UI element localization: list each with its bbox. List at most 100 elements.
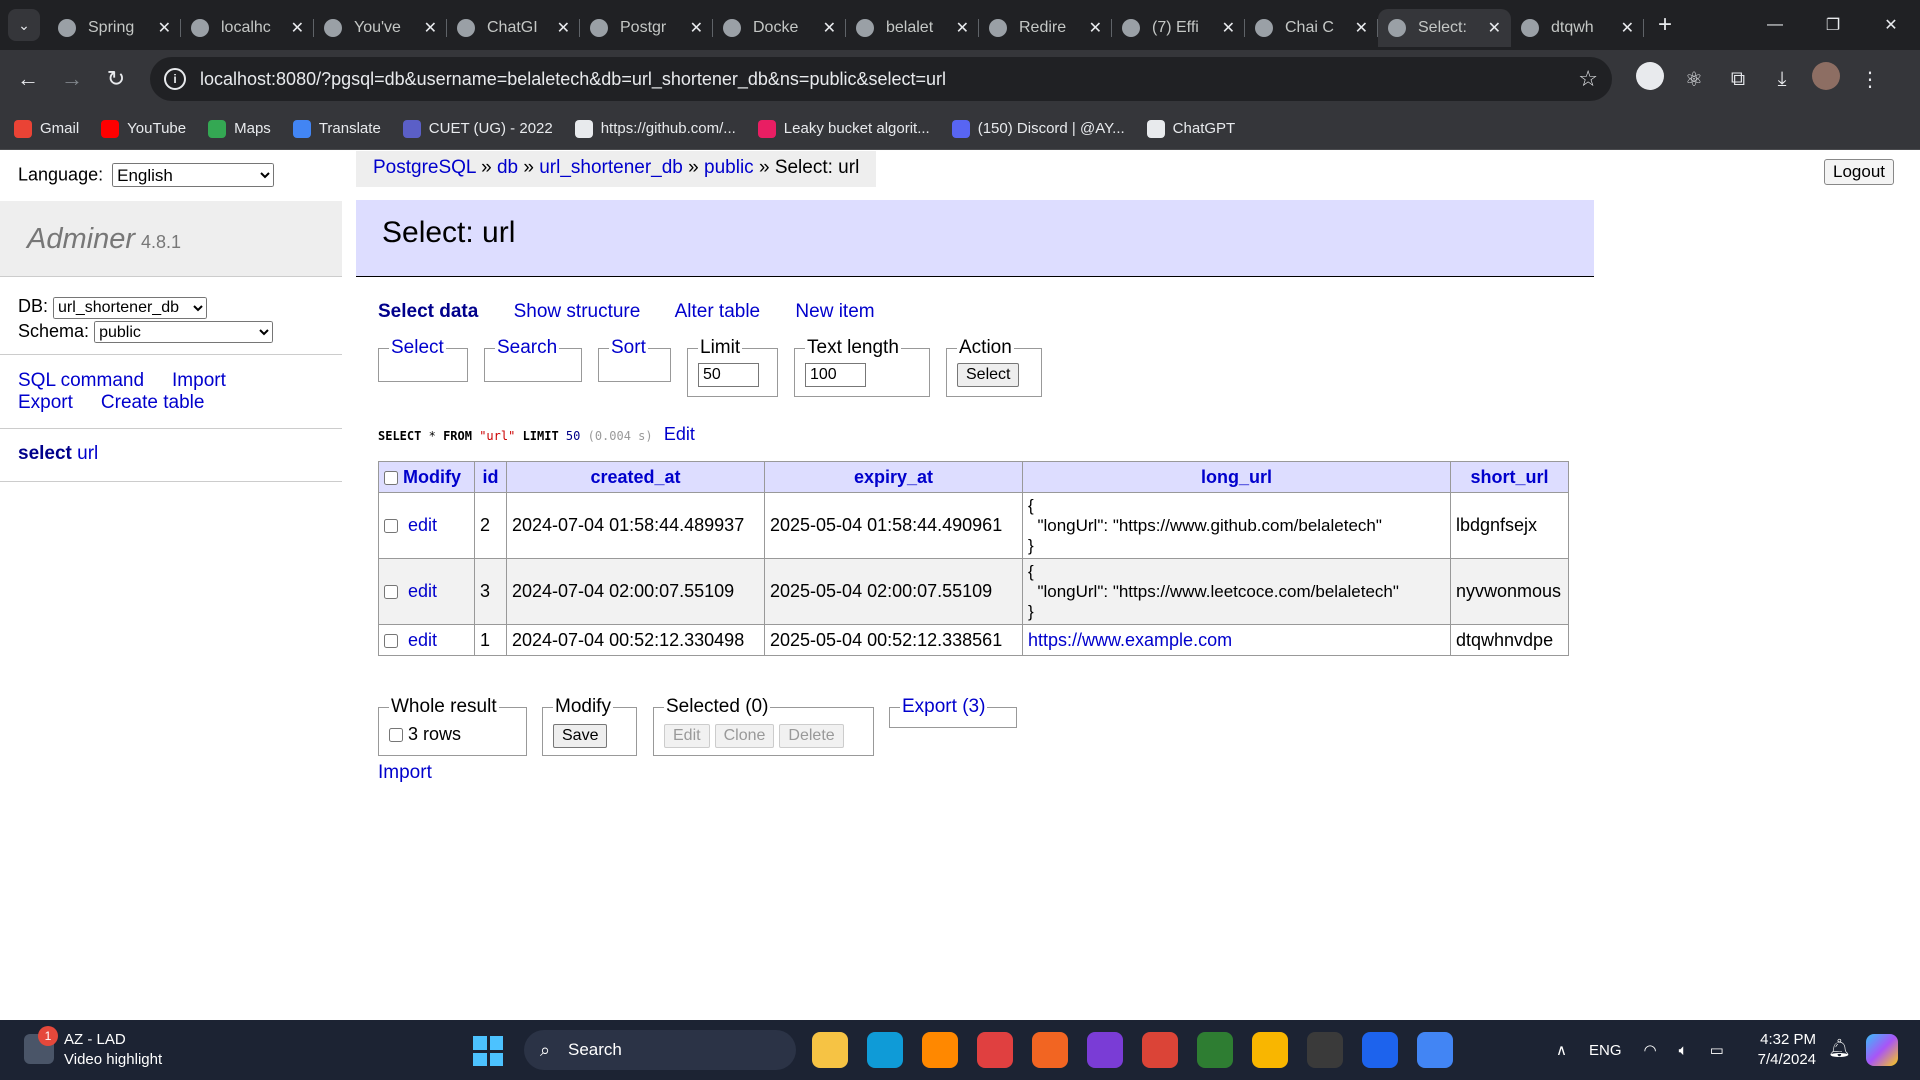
site-info-icon[interactable]: i: [164, 68, 186, 90]
row-checkbox[interactable]: [384, 633, 398, 648]
tab-close-icon[interactable]: ✕: [557, 18, 570, 38]
schema-select[interactable]: public: [94, 321, 274, 343]
browser-tab[interactable]: localhc ✕: [181, 9, 314, 47]
copilot-icon[interactable]: [1866, 1034, 1898, 1066]
taskbar-app-icon[interactable]: [1197, 1032, 1233, 1068]
language-select[interactable]: English: [112, 163, 275, 187]
row-edit-link[interactable]: edit: [408, 581, 437, 601]
taskbar-app-icon[interactable]: [812, 1032, 848, 1068]
language-indicator[interactable]: ENG: [1589, 1042, 1622, 1059]
column-header-id[interactable]: id: [474, 461, 507, 493]
tab-close-icon[interactable]: ✕: [690, 18, 703, 38]
column-header-expiry-at[interactable]: expiry_at: [764, 461, 1023, 493]
notification-bell-icon[interactable]: 🔔︎: [1828, 1038, 1851, 1059]
sql-command-link[interactable]: SQL command: [18, 370, 144, 391]
column-header-long-url[interactable]: long_url: [1022, 461, 1451, 493]
bookmark-item[interactable]: (150) Discord | @AY...: [951, 119, 1125, 138]
bookmark-item[interactable]: Leaky bucket algorit...: [757, 119, 930, 138]
browser-tab[interactable]: Select: ✕: [1378, 9, 1511, 47]
taskbar-app-icon[interactable]: [867, 1032, 903, 1068]
bookmark-item[interactable]: YouTube: [101, 119, 186, 138]
downloads-icon[interactable]: ⤓: [1760, 68, 1804, 91]
news-widget[interactable]: 1 AZ - LAD Video highlight: [24, 1026, 162, 1070]
back-button[interactable]: ←: [6, 66, 50, 92]
address-bar[interactable]: i localhost:8080/?pgsql=db&username=bela…: [150, 57, 1612, 101]
tab-close-icon[interactable]: ✕: [424, 18, 437, 38]
taskbar-app-icon[interactable]: [1087, 1032, 1123, 1068]
browser-tab[interactable]: ChatGI ✕: [447, 9, 580, 47]
forward-button[interactable]: →: [50, 66, 94, 92]
breadcrumb-schema[interactable]: public: [704, 157, 754, 178]
taskbar-search[interactable]: ⌕ Search: [524, 1030, 796, 1070]
all-rows-checkbox[interactable]: [389, 728, 403, 743]
import-link[interactable]: Import: [172, 370, 226, 391]
column-header-created-at[interactable]: created_at: [506, 461, 765, 493]
edit-query-link[interactable]: Edit: [664, 424, 695, 444]
select-all-checkbox[interactable]: [384, 470, 398, 485]
bookmark-item[interactable]: Translate: [292, 119, 381, 138]
tab-close-icon[interactable]: ✕: [1488, 18, 1501, 38]
row-checkbox[interactable]: [384, 519, 398, 534]
edit-selected-button[interactable]: Edit: [664, 724, 710, 748]
app-name[interactable]: Adminer 4.8.1: [27, 223, 181, 256]
taskbar-app-icon[interactable]: [1417, 1032, 1453, 1068]
all-rows-option[interactable]: 3 rows: [389, 724, 516, 745]
select-columns-link[interactable]: Select: [391, 337, 444, 358]
taskbar-app-icon[interactable]: [922, 1032, 958, 1068]
browser-tab[interactable]: Redire ✕: [979, 9, 1112, 47]
chrome-menu-icon[interactable]: ⋮: [1848, 67, 1892, 92]
browser-tab[interactable]: Spring ✕: [48, 9, 181, 47]
alter-table-link[interactable]: Alter table: [675, 301, 761, 322]
show-structure-link[interactable]: Show structure: [514, 301, 641, 322]
text-length-input[interactable]: [805, 363, 866, 387]
clone-selected-button[interactable]: Clone: [714, 724, 775, 748]
taskbar-clock[interactable]: 4:32 PM 7/4/2024: [1748, 1030, 1816, 1070]
export-link[interactable]: Export: [18, 392, 73, 413]
export-results-link[interactable]: Export (3): [902, 696, 985, 717]
limit-input[interactable]: [698, 363, 759, 387]
tab-close-icon[interactable]: ✕: [158, 18, 171, 38]
bookmark-item[interactable]: https://github.com/...: [574, 119, 736, 138]
create-table-link[interactable]: Create table: [101, 392, 205, 413]
sort-expiry-at-link[interactable]: expiry_at: [854, 467, 933, 487]
tab-close-icon[interactable]: ✕: [956, 18, 969, 38]
wifi-icon[interactable]: ◠: [1644, 1041, 1657, 1059]
select-submit-button[interactable]: Select: [957, 363, 1020, 387]
breadcrumb-driver[interactable]: PostgreSQL: [373, 157, 476, 178]
bookmark-item[interactable]: CUET (UG) - 2022: [402, 119, 553, 138]
breadcrumb-database[interactable]: url_shortener_db: [539, 157, 683, 178]
db-select[interactable]: url_shortener_db: [53, 296, 208, 319]
sort-long-url-link[interactable]: long_url: [1201, 467, 1272, 487]
windows-start-icon[interactable]: [473, 1036, 503, 1066]
import-data-link[interactable]: Import: [378, 762, 432, 784]
browser-tab[interactable]: You've ✕: [314, 9, 447, 47]
bookmark-star-icon[interactable]: ☆: [1578, 66, 1598, 92]
tab-close-icon[interactable]: ✕: [1222, 18, 1235, 38]
tab-search-button[interactable]: ⌄: [8, 9, 40, 41]
long-url-link[interactable]: https://www.example.com: [1028, 630, 1232, 650]
volume-icon[interactable]: 🔈︎: [1679, 1042, 1688, 1059]
reload-button[interactable]: ↻: [94, 66, 138, 92]
delete-selected-button[interactable]: Delete: [779, 724, 844, 748]
tab-close-icon[interactable]: ✕: [1621, 18, 1634, 38]
browser-tab[interactable]: Chai C ✕: [1245, 9, 1378, 47]
tab-close-icon[interactable]: ✕: [823, 18, 836, 38]
tab-close-icon[interactable]: ✕: [291, 18, 304, 38]
taskbar-app-icon[interactable]: [1307, 1032, 1343, 1068]
address-url[interactable]: localhost:8080/?pgsql=db&username=belale…: [200, 69, 946, 90]
react-devtools-icon[interactable]: ⚛: [1672, 67, 1716, 92]
sort-created-at-link[interactable]: created_at: [590, 467, 680, 487]
browser-tab[interactable]: belalet ✕: [846, 9, 979, 47]
battery-icon[interactable]: ▭: [1710, 1041, 1724, 1059]
sort-id-link[interactable]: id: [483, 467, 499, 487]
new-tab-button[interactable]: +: [1658, 11, 1672, 39]
browser-tab[interactable]: Postgr ✕: [580, 9, 713, 47]
restore-button[interactable]: ❐: [1804, 0, 1862, 50]
tray-overflow-icon[interactable]: ∧: [1556, 1041, 1567, 1059]
column-header-short-url[interactable]: short_url: [1450, 461, 1569, 493]
user-avatar[interactable]: [1804, 62, 1848, 96]
search-link[interactable]: Search: [497, 337, 557, 358]
taskbar-app-icon[interactable]: [1032, 1032, 1068, 1068]
select-table-link[interactable]: select: [18, 443, 72, 464]
row-checkbox[interactable]: [384, 585, 398, 600]
